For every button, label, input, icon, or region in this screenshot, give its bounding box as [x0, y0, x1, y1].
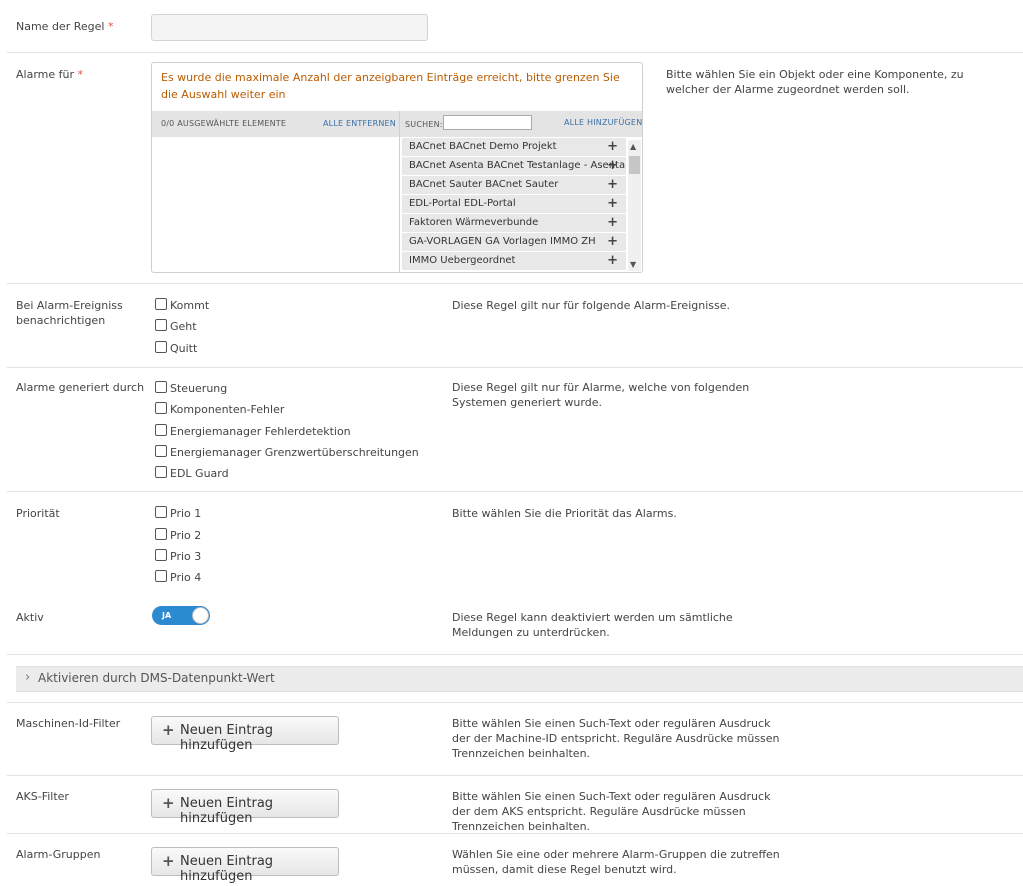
active-toggle[interactable]: JA: [152, 606, 210, 625]
alarms-for-label: Alarme für *: [16, 68, 83, 81]
generated-by-label: Alarme generiert durch: [16, 381, 145, 394]
active-help: Diese Regel kann deaktiviert werden um s…: [452, 611, 733, 639]
checkbox-steuerung[interactable]: Steuerung: [155, 381, 227, 396]
dms-activation-accordion[interactable]: › Aktivieren durch DMS-Datenpunkt-Wert: [16, 666, 1023, 692]
checkbox-prio-2[interactable]: Prio 2: [155, 528, 201, 543]
machine-filter-label: Maschinen-Id-Filter: [16, 717, 121, 730]
accordion-title: Aktivieren durch DMS-Datenpunkt-Wert: [38, 671, 275, 685]
scroll-down-icon[interactable]: ▼: [630, 260, 636, 269]
list-item-label: GA-VORLAGEN GA Vorlagen IMMO ZH: [409, 236, 596, 247]
checkbox-box[interactable]: [155, 298, 167, 310]
checkbox-komponenten-fehler[interactable]: Komponenten-Fehler: [155, 402, 284, 417]
available-header: SUCHEN: ALLE HINZUFÜGEN: [400, 111, 642, 137]
plus-icon[interactable]: +: [607, 195, 618, 213]
plus-icon[interactable]: +: [607, 233, 618, 251]
button-label: Neuen Eintrag hinzufügen: [180, 854, 274, 884]
rule-name-label: Name der Regel *: [16, 20, 114, 33]
checkbox-box[interactable]: [155, 528, 167, 540]
checkbox-box[interactable]: [155, 319, 167, 331]
list-item[interactable]: BACnet Asenta BACnet Testanlage - Asenta…: [402, 157, 626, 175]
list-item-label: BACnet Sauter BACnet Sauter: [409, 179, 559, 190]
scrollbar-thumb[interactable]: [629, 156, 640, 174]
toggle-label: JA: [162, 611, 172, 620]
plus-icon[interactable]: +: [607, 157, 618, 175]
plus-icon[interactable]: +: [607, 176, 618, 194]
remove-all-link[interactable]: ALLE ENTFERNEN: [323, 119, 396, 128]
scroll-up-icon[interactable]: ▲: [630, 142, 636, 151]
button-label: Neuen Eintrag hinzufügen: [180, 723, 274, 753]
list-item[interactable]: Faktoren Wärmeverbunde +: [402, 214, 626, 232]
priority-help: Bitte wählen Sie die Priorität das Alarm…: [452, 507, 677, 520]
machine-filter-add-button[interactable]: + Neuen Eintrag hinzufügen: [151, 716, 339, 753]
checkbox-edl-guard[interactable]: EDL Guard: [155, 466, 229, 481]
checkbox-prio-1[interactable]: Prio 1: [155, 506, 201, 521]
alarm-groups-help: Wählen Sie eine oder mehrere Alarm-Grupp…: [452, 848, 780, 876]
list-item-label: Faktoren Wärmeverbunde: [409, 217, 539, 228]
selected-count: 0/0 AUSGEWÄHLTE ELEMENTE: [161, 119, 287, 128]
checkbox-quitt[interactable]: Quitt: [155, 341, 197, 356]
aks-filter-add-button[interactable]: + Neuen Eintrag hinzufügen: [151, 789, 339, 826]
list-divider: [399, 111, 400, 272]
alarms-for-help: Bitte wählen Sie ein Objekt oder eine Ko…: [666, 68, 964, 96]
list-item[interactable]: GA-VORLAGEN GA Vorlagen IMMO ZH +: [402, 233, 626, 251]
checkbox-box[interactable]: [155, 424, 167, 436]
list-item[interactable]: BACnet Sauter BACnet Sauter +: [402, 176, 626, 194]
rule-name-input[interactable]: [151, 14, 428, 41]
plus-icon: +: [162, 721, 175, 739]
list-item-label: BACnet BACnet Demo Projekt: [409, 141, 557, 152]
checkbox-grenzwert[interactable]: Energiemanager Grenzwertüberschreitungen: [155, 445, 419, 460]
checkbox-box[interactable]: [155, 549, 167, 561]
aks-filter-label: AKS-Filter: [16, 790, 69, 803]
list-item-label: EDL-Portal EDL-Portal: [409, 198, 516, 209]
alarms-for-multiselect: Es wurde die maximale Anzahl der anzeigb…: [151, 62, 643, 273]
chevron-right-icon: ›: [25, 670, 31, 685]
search-input[interactable]: [443, 115, 532, 130]
checkbox-geht[interactable]: Geht: [155, 319, 197, 334]
plus-icon[interactable]: +: [607, 214, 618, 232]
machine-filter-help: Bitte wählen Sie einen Such-Text oder re…: [452, 717, 780, 760]
checkbox-box[interactable]: [155, 341, 167, 353]
toggle-knob[interactable]: [192, 607, 209, 624]
checkbox-box[interactable]: [155, 570, 167, 582]
checkbox-prio-4[interactable]: Prio 4: [155, 570, 201, 585]
search-label: SUCHEN:: [405, 120, 443, 129]
events-help: Diese Regel gilt nur für folgende Alarm-…: [452, 299, 730, 312]
plus-icon[interactable]: +: [607, 138, 618, 156]
generated-by-help: Diese Regel gilt nur für Alarme, welche …: [452, 381, 750, 409]
checkbox-box[interactable]: [155, 445, 167, 457]
plus-icon: +: [162, 794, 175, 812]
list-item[interactable]: IMMO Uebergeordnet +: [402, 252, 626, 270]
checkbox-prio-3[interactable]: Prio 3: [155, 549, 201, 564]
events-label: Bei Alarm-Ereigniss benachrichtigen: [16, 299, 123, 327]
plus-icon[interactable]: +: [607, 252, 618, 270]
alarm-groups-label: Alarm-Gruppen: [16, 848, 101, 861]
button-label: Neuen Eintrag hinzufügen: [180, 796, 274, 826]
list-item-label: BACnet Asenta BACnet Testanlage - Asenta: [409, 160, 626, 171]
checkbox-kommt[interactable]: Kommt: [155, 298, 209, 313]
alarm-groups-add-button[interactable]: + Neuen Eintrag hinzufügen: [151, 847, 339, 884]
active-label: Aktiv: [16, 611, 44, 624]
aks-filter-help: Bitte wählen Sie einen Such-Text oder re…: [452, 790, 771, 833]
add-all-link[interactable]: ALLE HINZUFÜGEN: [564, 118, 642, 127]
list-item[interactable]: BACnet BACnet Demo Projekt +: [402, 138, 626, 156]
checkbox-box[interactable]: [155, 381, 167, 393]
plus-icon: +: [162, 852, 175, 870]
checkbox-fehlerdetektion[interactable]: Energiemanager Fehlerdetektion: [155, 424, 351, 439]
list-item-label: IMMO Uebergeordnet: [409, 255, 516, 266]
selected-header: 0/0 AUSGEWÄHLTE ELEMENTE ALLE ENTFERNEN: [152, 111, 399, 137]
max-entries-warning: Es wurde die maximale Anzahl der anzeigb…: [161, 71, 620, 101]
list-scrollbar[interactable]: ▲ ▼: [628, 140, 641, 271]
checkbox-box[interactable]: [155, 402, 167, 414]
checkbox-box[interactable]: [155, 506, 167, 518]
priority-label: Priorität: [16, 507, 60, 520]
list-item[interactable]: EDL-Portal EDL-Portal +: [402, 195, 626, 213]
checkbox-box[interactable]: [155, 466, 167, 478]
